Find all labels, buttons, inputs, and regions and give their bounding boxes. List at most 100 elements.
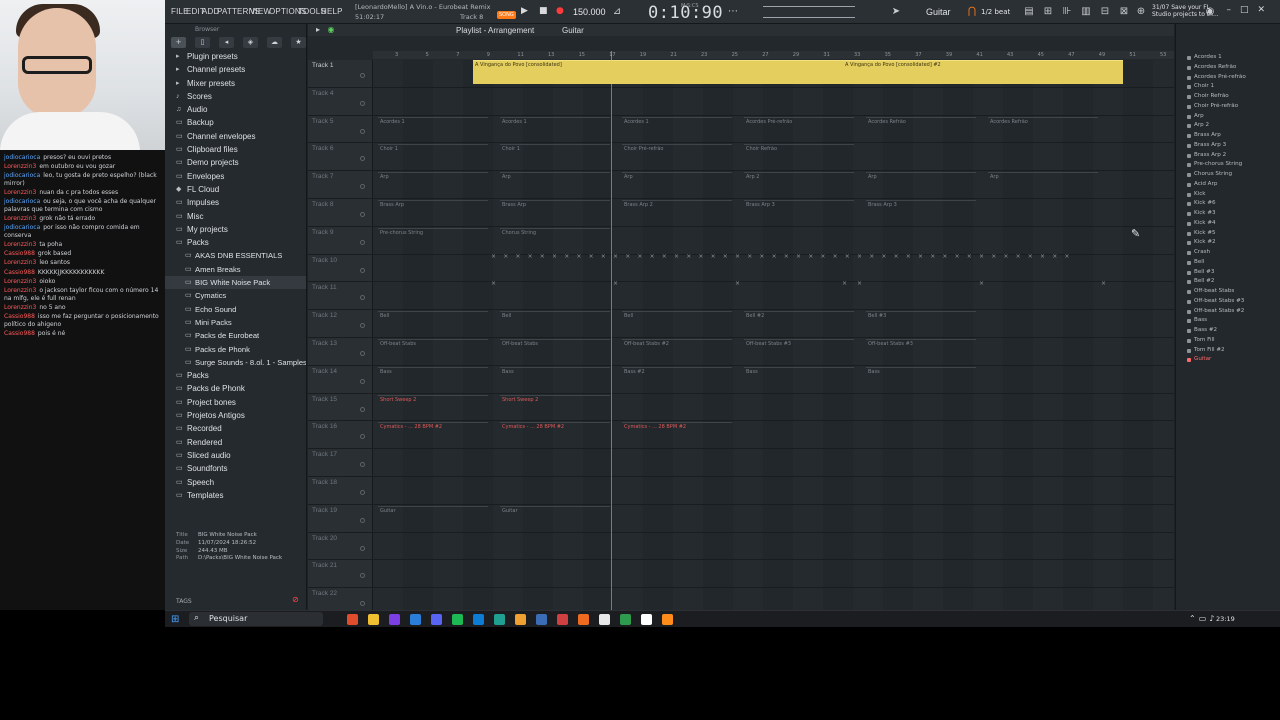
app-notes-icon[interactable] [515,614,526,625]
browser-item[interactable]: ▭ Packs [165,369,306,382]
pattern-clip[interactable]: Arp 2 [744,172,854,183]
tempo-display[interactable]: 150.000 [573,7,606,17]
track-lane[interactable]: Off-beat Stabs Off-beat Stabs Off-beat Sta… [373,338,1174,365]
chat-username[interactable]: Lorenzzin3 [4,215,36,222]
track-header[interactable]: Track 21 [308,560,373,588]
pattern-clip[interactable]: Guitar [500,505,610,517]
track-header[interactable]: Track 12 [308,310,373,337]
channel-item[interactable]: Acordes Pré-refrão [1176,73,1280,83]
note-marker[interactable]: × [894,253,899,260]
system-tray[interactable]: ⌃▭♪ [1189,614,1217,623]
pattern-clip[interactable]: Choir Pré-refrão [622,144,732,155]
note-marker[interactable]: × [772,253,777,260]
note-marker[interactable]: × [711,253,716,260]
track-mute-icon[interactable] [360,462,365,468]
app-chrome-icon[interactable] [599,614,610,625]
browser-item[interactable]: ▭ BIG White Noise Pack [165,276,306,290]
pattern-clip[interactable]: Arp [378,172,488,183]
note-marker[interactable]: × [601,253,606,260]
note-marker[interactable]: × [942,253,947,260]
browser-item[interactable]: ▭ Channel envelopes [165,130,306,143]
note-marker[interactable]: × [979,253,984,260]
browser-item[interactable]: ▭ Soundfonts [165,462,306,475]
track-lane[interactable]: Bass Bass Bass #2 Bass Bass [373,365,1174,393]
track-mute-icon[interactable] [360,295,365,301]
track-lane[interactable]: Guitar Guitar [373,504,1174,532]
app-spotify-icon[interactable] [452,614,463,625]
channel-item[interactable]: Crash [1176,248,1280,258]
browser-item[interactable]: ▭ Envelopes [165,170,306,183]
taskbar-search[interactable]: ⌕ Pesquisar [189,612,323,626]
pattern-clip[interactable]: Bell #2 [744,311,854,322]
timeline-ruler[interactable]: 3 5 7 9 11 13 15 17 19 21 23 25 27 29 31 33 35 37 39 41 43 45… [373,51,1174,59]
channel-item[interactable]: Choir 1 [1176,82,1280,92]
window-controls[interactable]: –□✕ [1226,5,1274,15]
pattern-clip[interactable]: Arp [988,172,1098,183]
track-lane[interactable] [373,560,1174,588]
note-marker[interactable]: × [869,253,874,260]
pattern-clip[interactable]: Brass Arp 3 [744,200,854,211]
pattern-clip[interactable]: Arp [866,172,976,183]
note-marker[interactable]: × [747,253,752,260]
snap-value[interactable]: 1/2 beat [981,8,1010,16]
channel-item[interactable]: Bass [1176,316,1280,326]
browser-plugin-icon[interactable]: ◈ [243,37,258,48]
pattern-clip[interactable]: Off-beat Stabs #2 [622,339,732,350]
pattern-clip[interactable]: Acordes 1 [622,116,732,128]
note-marker[interactable]: × [1052,253,1057,260]
browser-item[interactable]: ▭ Packs [165,236,306,249]
pattern-clip[interactable]: Brass Arp [378,200,488,211]
browser-item[interactable]: ▭ Recorded [165,422,306,435]
track-lane[interactable]: A Vingança do Povo [consolidated] A Vinga… [373,60,1174,87]
pattern-clip[interactable]: Chorus String [500,227,610,239]
channel-item[interactable]: Brass Arp 3 [1176,141,1280,151]
track-mute-icon[interactable] [360,323,365,329]
channel-item[interactable]: Off-beat Stabs [1176,287,1280,297]
note-marker[interactable]: × [589,253,594,260]
channel-item[interactable]: Brass Arp [1176,131,1280,141]
pattern-clip[interactable]: Acordes Pré-refrão [744,116,854,128]
track-header[interactable]: Track 5 [308,115,373,143]
browser-star-icon[interactable]: ★ [291,37,306,48]
track-header[interactable]: Track 8 [308,199,373,226]
chat-username[interactable]: Lorenzzin3 [4,278,36,285]
pattern-clip[interactable]: Bell [622,311,732,322]
note-marker[interactable]: × [515,253,520,260]
taskbar-clock[interactable]: 23:19 [1216,615,1235,623]
track-header[interactable]: Track 15 [308,393,373,421]
note-marker[interactable]: × [967,253,972,260]
note-marker[interactable]: × [637,253,642,260]
pattern-clip[interactable]: Acordes 1 [500,116,610,128]
account-icon[interactable]: ◉ [1204,6,1216,18]
chat-username[interactable]: Lorenzzin3 [4,304,36,311]
note-marker[interactable]: × [796,253,801,260]
note-marker[interactable]: × [735,280,740,287]
browser-back-icon[interactable]: ◂ [219,37,234,48]
pattern-clip[interactable]: Arp [622,172,732,183]
channel-item[interactable]: Choir Pré-refrão [1176,102,1280,112]
browser-item[interactable]: ◆ FL Cloud [165,183,306,196]
chat-username[interactable]: Lorenzzin3 [4,163,36,170]
channel-item[interactable]: Off-beat Stabs #3 [1176,297,1280,307]
piano-roll-icon[interactable]: ▥ [1080,6,1092,18]
playlist-icon[interactable]: ▤ [1023,6,1035,18]
chat-username[interactable]: Lorenzzin3 [4,241,36,248]
track-lane[interactable]: Short Sweep 2 Short Sweep 2 [373,393,1174,421]
note-marker[interactable]: × [613,253,618,260]
app-vscode-icon[interactable] [473,614,484,625]
chat-username[interactable]: jodiocarioca [4,154,40,161]
note-marker[interactable]: × [1064,253,1069,260]
app-flstudio-icon[interactable] [662,614,673,625]
track-header[interactable]: Track 10 [308,254,373,282]
track-mute-icon[interactable] [360,100,365,106]
tags-label[interactable]: TAGS [176,598,192,605]
magnet-icon[interactable]: ⋂ [966,6,978,18]
track-mute-icon[interactable] [360,406,365,412]
track-header[interactable]: Track 11 [308,282,373,310]
pattern-clip[interactable]: Brass Arp 3 [866,200,976,211]
browser-item[interactable]: ▭ Speech [165,476,306,489]
browser-item[interactable]: ▭ Clipboard files [165,143,306,156]
pattern-clip[interactable]: Off-beat Stabs [500,339,610,350]
browser-item[interactable]: ▭ Sliced audio [165,449,306,462]
track-lane[interactable]: Pre-chorus String Chorus String [373,226,1174,254]
